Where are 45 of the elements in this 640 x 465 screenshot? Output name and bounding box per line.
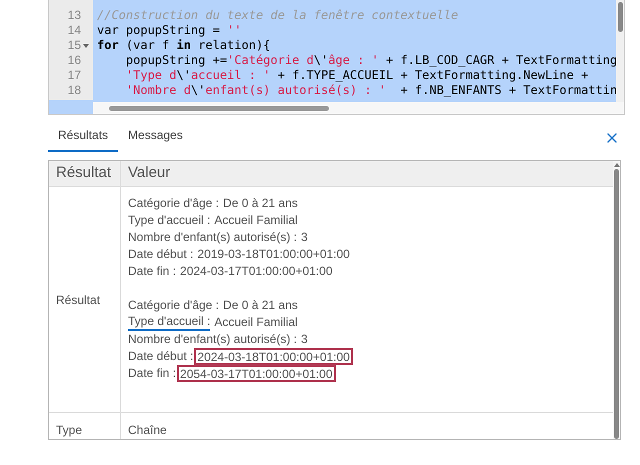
line-number: 15 [68,38,81,53]
field-value: Accueil Familial [214,314,298,331]
fold-caret-icon[interactable] [83,44,89,48]
vertical-scrollbar[interactable] [616,0,624,102]
table-cell: Type [56,423,82,437]
line-number: 13 [68,8,81,23]
table-cell: Chaîne [128,423,167,437]
code-line: var popupString = '' [97,23,242,37]
field-label: Nombre d'enfant(s) autorisé(s) : [128,229,298,246]
field-label: Nombre d'enfant(s) autorisé(s) : [128,331,298,348]
field-label: Catégorie d'âge : [128,297,220,314]
field-label: Catégorie d'âge : [128,195,220,212]
field-value: 2054-03-17T01:00:00+01:00 [177,365,336,382]
field-value: 2024-03-18T01:00:00+01:00 [194,348,353,365]
line-number: 17 [68,68,81,83]
code-line: 'Nombre d\'enfant(s) autorisé(s) : ' + f.NB_ENFANTS + TextFormattin [124,83,616,97]
field-value: De 0 à 21 ans [223,195,298,212]
field-label: Type d'accueil : [128,212,210,229]
tab[interactable]: Résultats [48,124,118,152]
field-label: Date début : [128,246,194,263]
code-line: for (var f in relation){ [97,38,270,52]
field-value: 2024-03-17T01:00:00+01:00 [180,263,332,280]
line-number: 18 [68,83,81,98]
tab[interactable]: Messages [118,124,193,152]
field-value: 3 [301,229,308,246]
code-line: 'Type d\'accueil : ' + f.TYPE_ACCUEIL + TextFormatting.NewLine + [124,68,588,82]
horizontal-scrollbar[interactable] [93,102,624,114]
line-number: 16 [68,53,81,68]
table-cell-text: Résultat [56,292,100,308]
code-line: //Construction du texte de la fenêtre contextuelle [97,8,458,22]
field-value: Accueil Familial [214,212,298,229]
vertical-scrollbar[interactable] [613,161,620,439]
scroll-up-arrow-icon[interactable] [614,163,620,167]
code-editor[interactable] [48,0,625,115]
line-number: 14 [68,23,81,38]
field-label: Date fin : [128,263,176,280]
field-label: Date début : [128,348,194,365]
field-value: 3 [301,331,308,348]
field-label: Type d'accueil : [128,314,210,331]
field-value: De 0 à 21 ans [223,297,298,314]
column-header: Valeur [127,163,172,184]
code-line: popupString +='Catégorie d\'âge : ' + f.LB_COD_CAGR + TextFormatting [124,53,616,67]
field-label: Date fin : [128,365,176,382]
column-header: Résultat [49,161,121,186]
field-value: 2019-03-18T01:00:00+01:00 [197,246,350,263]
